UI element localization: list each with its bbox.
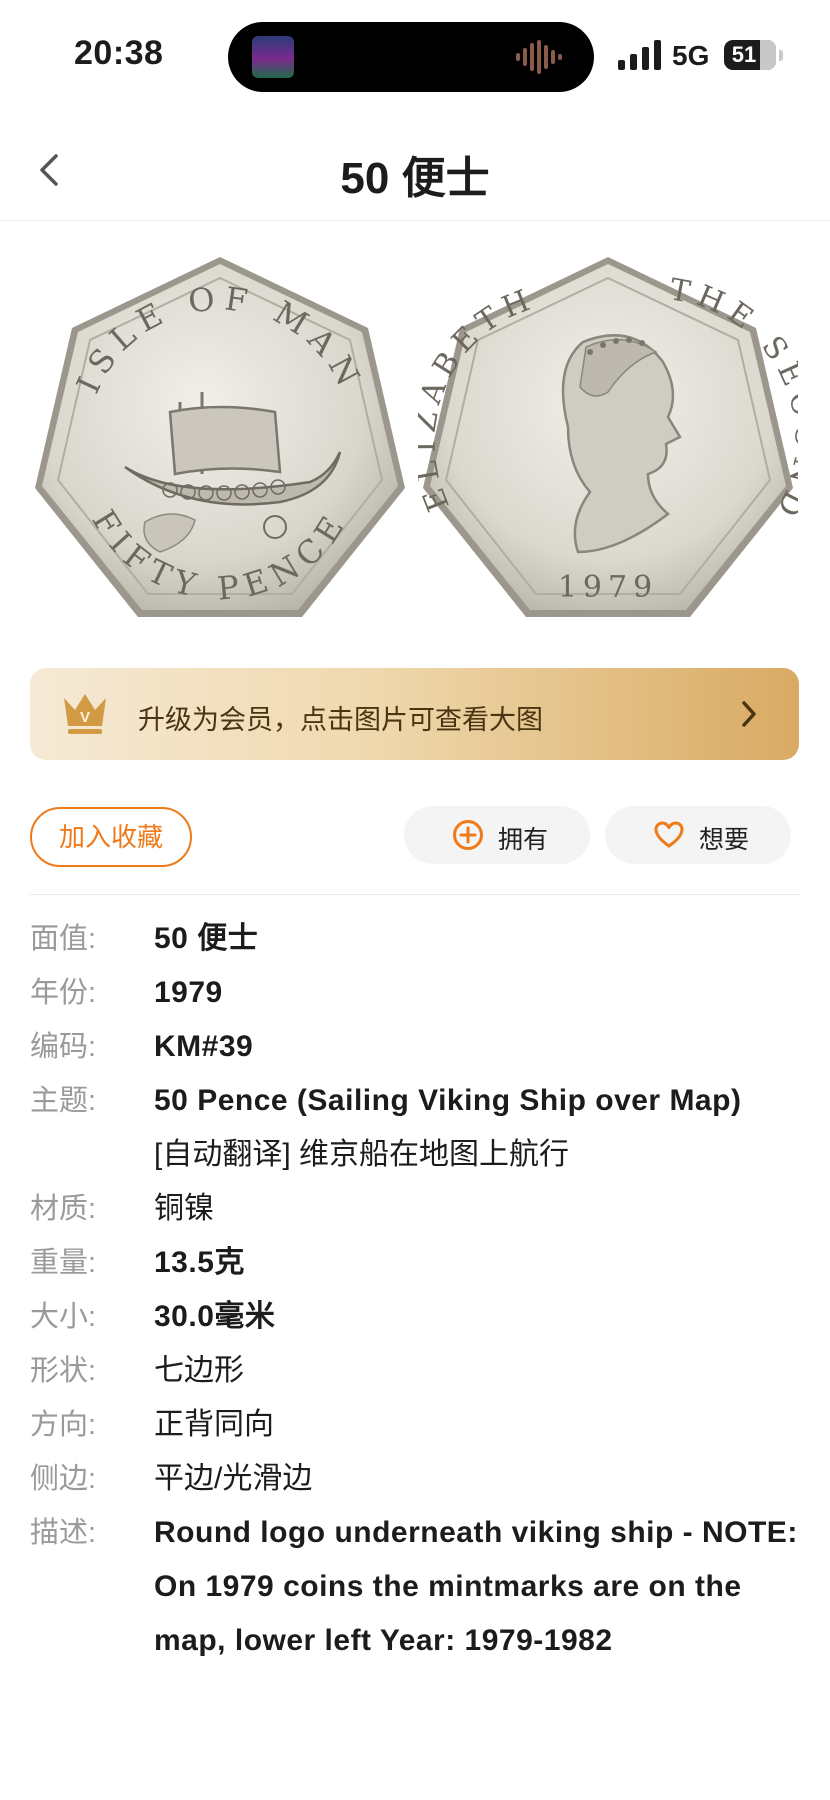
detail-value-subject: 50 Pence (Sailing Viking Ship over Map) bbox=[154, 1084, 742, 1117]
detail-value-subject-translation: [自动翻译] 维京船在地图上航行 bbox=[154, 1138, 570, 1171]
detail-value-weight: 13.5克 bbox=[154, 1246, 245, 1279]
detail-value-code: KM#39 bbox=[154, 1030, 254, 1063]
detail-row-shape: 形状: 七边形 bbox=[30, 1344, 800, 1398]
battery-tip bbox=[779, 50, 783, 61]
crown-icon: V bbox=[64, 694, 106, 734]
detail-label: 形状: bbox=[30, 1355, 97, 1387]
battery-level: 51 bbox=[731, 42, 757, 67]
network-type: 5G bbox=[672, 40, 710, 71]
own-button[interactable]: 拥有 bbox=[404, 806, 590, 864]
detail-label: 重量: bbox=[30, 1247, 97, 1279]
detail-label: 侧边: bbox=[30, 1463, 97, 1495]
chevron-right-icon bbox=[742, 701, 756, 727]
coin-reverse-image[interactable]: ELIZABETH THE SECOND 1979 bbox=[418, 252, 798, 632]
vip-upgrade-banner[interactable]: V 升级为会员，点击图片可查看大图 bbox=[30, 668, 799, 760]
detail-value-year: 1979 bbox=[154, 976, 223, 1009]
detail-value-shape: 七边形 bbox=[154, 1354, 244, 1387]
battery-icon: 51 bbox=[724, 40, 776, 70]
detail-value-denomination: 50 便士 bbox=[154, 922, 259, 955]
detail-value-material: 铜镍 bbox=[154, 1192, 214, 1225]
detail-label: 年份: bbox=[30, 977, 97, 1009]
detail-row-description: 描述: Round logo underneath viking ship - … bbox=[30, 1506, 800, 1668]
detail-value-description: Round logo underneath viking ship - NOTE… bbox=[154, 1516, 798, 1657]
detail-label: 编码: bbox=[30, 1031, 97, 1063]
vip-banner-text: 升级为会员，点击图片可查看大图 bbox=[138, 705, 543, 735]
detail-value-size: 30.0毫米 bbox=[154, 1300, 276, 1333]
detail-label: 主题: bbox=[30, 1085, 97, 1117]
detail-label: 面值: bbox=[30, 923, 97, 955]
nav-bar: 50 便士 bbox=[0, 120, 830, 221]
want-label: 想要 bbox=[699, 826, 750, 854]
page-title: 50 便士 bbox=[340, 154, 490, 203]
detail-value-orientation: 正背同向 bbox=[154, 1408, 274, 1441]
coin-details: 面值: 50 便士 年份: 1979 编码: KM#39 主题: 50 Penc… bbox=[30, 912, 800, 1668]
detail-label: 方向: bbox=[30, 1409, 97, 1441]
detail-row-weight: 重量: 13.5克 bbox=[30, 1236, 800, 1290]
dynamic-island[interactable] bbox=[228, 22, 594, 92]
detail-row-subject: 主题: 50 Pence (Sailing Viking Ship over M… bbox=[30, 1074, 800, 1182]
detail-label: 描述: bbox=[30, 1517, 97, 1549]
detail-row-edge: 侧边: 平边/光滑边 bbox=[30, 1452, 800, 1506]
plus-circle-icon bbox=[453, 820, 483, 850]
coin-reverse-year: 1979 bbox=[558, 570, 658, 605]
status-time: 20:38 bbox=[74, 34, 164, 72]
detail-row-orientation: 方向: 正背同向 bbox=[30, 1398, 800, 1452]
want-button[interactable]: 想要 bbox=[605, 806, 791, 864]
detail-label: 大小: bbox=[30, 1301, 97, 1333]
detail-row-material: 材质: 铜镍 bbox=[30, 1182, 800, 1236]
detail-value-subject-wrap: 50 Pence (Sailing Viking Ship over Map) … bbox=[154, 1074, 800, 1182]
divider bbox=[30, 894, 800, 895]
detail-row-year: 年份: 1979 bbox=[30, 966, 800, 1020]
detail-row-code: 编码: KM#39 bbox=[30, 1020, 800, 1074]
coin-images: ISLE OF MAN FIFTY PENCE E BETH THE S 197… bbox=[0, 240, 830, 640]
coin-obverse-image[interactable]: ISLE OF MAN FIFTY PENCE bbox=[30, 252, 410, 632]
now-playing-artwork bbox=[252, 36, 294, 78]
vip-badge-letter: V bbox=[80, 709, 90, 726]
add-to-collection-button[interactable]: 加入收藏 bbox=[30, 807, 192, 867]
heart-icon bbox=[654, 821, 684, 848]
cellular-signal-icon bbox=[618, 40, 661, 70]
own-label: 拥有 bbox=[498, 826, 549, 854]
detail-row-denomination: 面值: 50 便士 bbox=[30, 912, 800, 966]
status-bar: 20:38 5G 51 bbox=[0, 0, 830, 110]
detail-row-size: 大小: 30.0毫米 bbox=[30, 1290, 800, 1344]
audio-wave-icon bbox=[516, 40, 562, 74]
detail-label: 材质: bbox=[30, 1193, 97, 1225]
detail-value-edge: 平边/光滑边 bbox=[154, 1462, 313, 1495]
